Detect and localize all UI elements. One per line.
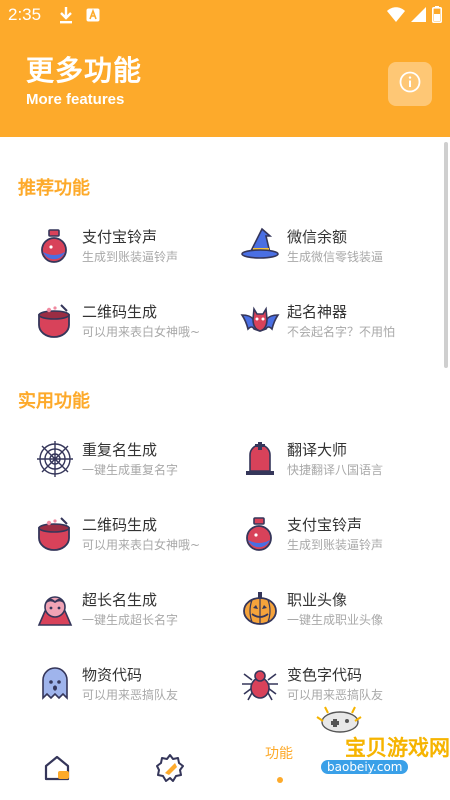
item-desc: 一键生成职业头像 bbox=[287, 613, 384, 627]
status-time: 2:35 bbox=[8, 5, 42, 24]
item-name: 职业头像 bbox=[287, 591, 348, 609]
feature-item-qrcode[interactable]: 二维码生成 可以用来表白女神哦~ bbox=[35, 301, 245, 349]
item-desc: 快捷翻译八国语言 bbox=[287, 463, 384, 477]
app-notification-icon bbox=[86, 7, 100, 26]
potion-icon bbox=[240, 514, 280, 554]
item-desc: 不会起名字？不用怕 bbox=[287, 325, 396, 339]
item-name: 翻译大师 bbox=[287, 441, 348, 459]
section-title-recommended: 推荐功能 bbox=[18, 178, 90, 199]
item-desc: 生成到账装逼铃声 bbox=[82, 250, 179, 264]
feature-item-qrcode-2[interactable]: 二维码生成 可以用来表白女神哦~ bbox=[35, 514, 245, 562]
feature-item-job-avatar[interactable]: 职业头像 一键生成职业头像 bbox=[240, 589, 450, 637]
item-name: 超长名生成 bbox=[82, 591, 158, 609]
spider-web-icon bbox=[35, 439, 75, 479]
header-bar: 2:35 更多功能 More features bbox=[0, 0, 450, 137]
item-desc: 生成到账装逼铃声 bbox=[287, 538, 384, 552]
item-desc: 一键生成重复名字 bbox=[82, 463, 179, 477]
item-name: 二维码生成 bbox=[82, 516, 158, 534]
ghost-icon bbox=[35, 664, 75, 704]
wifi-icon bbox=[387, 7, 405, 26]
item-name: 物资代码 bbox=[82, 666, 143, 684]
home-icon bbox=[42, 755, 72, 787]
info-button[interactable] bbox=[388, 62, 432, 106]
badge-check-icon bbox=[155, 754, 185, 787]
cauldron-icon bbox=[35, 301, 75, 341]
item-desc: 可以用来表白女神哦~ bbox=[82, 538, 201, 552]
nav-active-indicator bbox=[277, 777, 283, 783]
watermark-text: 宝贝游戏网 bbox=[345, 736, 450, 760]
page-title: 更多功能 bbox=[26, 54, 143, 87]
feature-item-supply-code[interactable]: 物资代码 可以用来恶搞队友 bbox=[35, 664, 245, 712]
status-bar: 2:35 bbox=[0, 0, 450, 30]
item-name: 变色字代码 bbox=[287, 666, 363, 684]
signal-icon bbox=[411, 7, 426, 26]
tombstone-icon bbox=[240, 439, 280, 479]
feature-item-wechat-balance[interactable]: 微信余额 生成微信零钱装逼 bbox=[240, 226, 450, 274]
watermark-url: baobeiy.com bbox=[321, 760, 409, 774]
feature-item-alipay-ringtone[interactable]: 支付宝铃声 生成到账装逼铃声 bbox=[35, 226, 245, 274]
bat-icon bbox=[240, 301, 280, 341]
nav-features-label[interactable]: 功能 bbox=[265, 743, 293, 763]
item-desc: 生成微信零钱装逼 bbox=[287, 250, 384, 264]
item-desc: 可以用来恶搞队友 bbox=[287, 688, 384, 702]
vampire-icon bbox=[35, 589, 75, 629]
feature-item-alipay-ringtone-2[interactable]: 支付宝铃声 生成到账装逼铃声 bbox=[240, 514, 450, 562]
item-name: 支付宝铃声 bbox=[82, 228, 158, 246]
witch-hat-icon bbox=[240, 226, 280, 266]
feature-item-translator[interactable]: 翻译大师 快捷翻译八国语言 bbox=[240, 439, 450, 487]
nav-badge-button[interactable] bbox=[155, 753, 185, 783]
feature-item-duplicate-name[interactable]: 重复名生成 一键生成重复名字 bbox=[35, 439, 245, 487]
item-desc: 可以用来恶搞队友 bbox=[82, 688, 179, 702]
item-name: 重复名生成 bbox=[82, 441, 158, 459]
nav-home-button[interactable] bbox=[42, 753, 72, 783]
feature-item-name-generator[interactable]: 起名神器 不会起名字？不用怕 bbox=[240, 301, 450, 349]
item-name: 支付宝铃声 bbox=[287, 516, 363, 534]
page-subtitle: More features bbox=[26, 91, 125, 108]
item-name: 二维码生成 bbox=[82, 303, 158, 321]
feature-item-long-name[interactable]: 超长名生成 一键生成超长名字 bbox=[35, 589, 245, 637]
spider-icon bbox=[240, 664, 280, 704]
item-desc: 一键生成超长名字 bbox=[82, 613, 179, 627]
battery-icon bbox=[432, 6, 442, 27]
section-title-practical: 实用功能 bbox=[18, 391, 90, 412]
download-icon bbox=[58, 6, 74, 28]
cauldron-icon bbox=[35, 514, 75, 554]
item-desc: 可以用来表白女神哦~ bbox=[82, 325, 201, 339]
info-icon bbox=[399, 71, 421, 97]
pumpkin-icon bbox=[240, 589, 280, 629]
item-name: 微信余额 bbox=[287, 228, 348, 246]
potion-icon bbox=[35, 226, 75, 266]
item-name: 起名神器 bbox=[287, 303, 348, 321]
